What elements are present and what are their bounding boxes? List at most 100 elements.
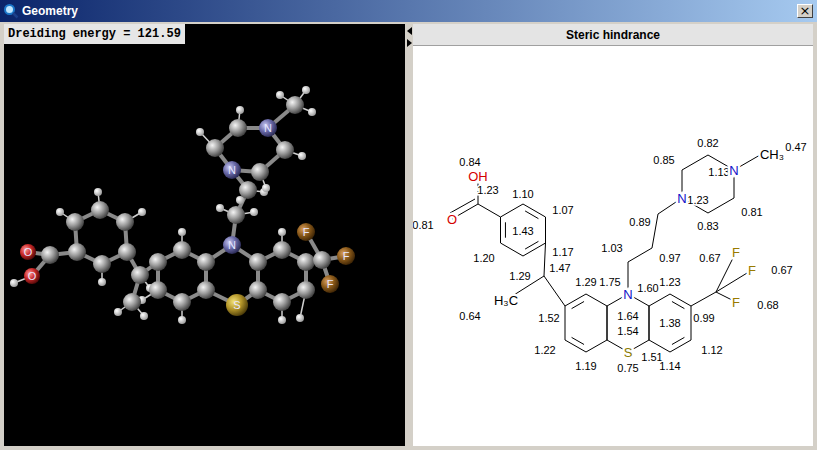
- bond: [501, 204, 524, 217]
- carbon-atom[interactable]: [249, 253, 267, 271]
- atom-sphere[interactable]: [259, 119, 277, 137]
- bond: [565, 294, 586, 306]
- steric-value: 0.68: [757, 299, 778, 311]
- title-bar[interactable]: Geometry×: [0, 0, 817, 22]
- atom-label: F: [732, 245, 740, 260]
- geometry-view[interactable]: NNNSFFFOODreiding energy = 121.59: [4, 24, 405, 446]
- atom-label: N: [264, 122, 272, 134]
- carbon-atom[interactable]: [131, 266, 149, 284]
- carbon-atom[interactable]: [68, 243, 86, 261]
- bond: [607, 306, 608, 340]
- carbon-atom[interactable]: [249, 281, 267, 299]
- labelled-atom[interactable]: N: [259, 119, 277, 137]
- carbon-atom[interactable]: [173, 241, 191, 259]
- hydrogen-atom[interactable]: [296, 314, 304, 322]
- labelled-atom[interactable]: O: [20, 244, 36, 260]
- molecule-3d[interactable]: N N N S F F F OO: [4, 24, 405, 446]
- hydrogen-atom[interactable]: [10, 279, 18, 287]
- steric-value: 1.60: [637, 282, 658, 294]
- atom-label: N: [228, 164, 236, 176]
- carbon-atom[interactable]: [93, 255, 111, 273]
- carbon-atom[interactable]: [229, 119, 247, 137]
- carbon-atom[interactable]: [197, 253, 215, 271]
- atom-sphere[interactable]: [223, 236, 241, 254]
- atom-sphere[interactable]: [226, 294, 248, 316]
- atom-sphere[interactable]: [20, 244, 36, 260]
- carbon-atom[interactable]: [297, 281, 315, 299]
- carbon-atom[interactable]: [276, 141, 294, 159]
- labelled-atom[interactable]: N: [223, 236, 241, 254]
- labelled-atom[interactable]: F: [337, 247, 355, 265]
- steric-value: 1.12: [701, 344, 722, 356]
- carbon-atom[interactable]: [206, 139, 224, 157]
- hydrogen-atom[interactable]: [298, 152, 306, 160]
- atom-label: S: [233, 299, 240, 311]
- atom-label: O: [447, 212, 457, 227]
- steric-value: 1.75: [599, 276, 620, 288]
- hydrogen-atom[interactable]: [250, 208, 258, 216]
- carbon-atom[interactable]: [313, 251, 331, 269]
- atom-sphere[interactable]: [297, 223, 315, 241]
- hydrogen-atom[interactable]: [302, 86, 310, 94]
- hydrogen-atom[interactable]: [56, 208, 64, 216]
- steric-value: 1.23: [659, 276, 680, 288]
- carbon-atom[interactable]: [297, 253, 315, 271]
- hydrogen-atom[interactable]: [236, 106, 244, 114]
- hydrogen-atom[interactable]: [114, 308, 122, 316]
- atom-label: F: [748, 263, 756, 278]
- carbon-atom[interactable]: [286, 96, 304, 114]
- steric-value: 0.64: [459, 310, 480, 322]
- carbon-atom[interactable]: [273, 241, 291, 259]
- hydrogen-atom[interactable]: [178, 228, 186, 236]
- carbon-atom[interactable]: [149, 281, 167, 299]
- carbon-atom[interactable]: [273, 293, 291, 311]
- steric-value: 0.89: [629, 216, 650, 228]
- collapse-left-icon[interactable]: [407, 27, 412, 35]
- carbon-atom[interactable]: [41, 246, 59, 264]
- atom-sphere[interactable]: [337, 247, 355, 265]
- carbon-atom[interactable]: [173, 293, 191, 311]
- window-title: Geometry: [22, 4, 794, 18]
- hydrogen-atom[interactable]: [98, 278, 106, 286]
- carbon-atom[interactable]: [123, 293, 141, 311]
- carbon-atom[interactable]: [118, 243, 136, 261]
- bond: [628, 248, 652, 262]
- atom-sphere[interactable]: [321, 275, 339, 293]
- hydrogen-atom[interactable]: [262, 184, 270, 192]
- hydrogen-atom[interactable]: [216, 204, 224, 212]
- hydrogen-atom[interactable]: [178, 316, 186, 324]
- carbon-atom[interactable]: [149, 253, 167, 271]
- steric-value: 1.43: [512, 225, 533, 237]
- bond: [586, 294, 607, 306]
- labelled-atom[interactable]: F: [321, 275, 339, 293]
- splitter[interactable]: [405, 24, 413, 446]
- carbon-atom[interactable]: [66, 213, 84, 231]
- hydrogen-atom[interactable]: [138, 208, 146, 216]
- bond: [500, 217, 501, 243]
- bond: [652, 214, 658, 248]
- hydrogen-atom[interactable]: [278, 228, 286, 236]
- labelled-atom[interactable]: S: [226, 294, 248, 316]
- hydrogen-atom[interactable]: [94, 188, 102, 196]
- hydrogen-atom[interactable]: [308, 108, 316, 116]
- atom-sphere[interactable]: [24, 268, 40, 284]
- carbon-atom[interactable]: [116, 213, 134, 231]
- atom-label: F: [343, 250, 350, 262]
- atom-sphere[interactable]: [223, 161, 241, 179]
- bond: [478, 204, 501, 217]
- carbon-atom[interactable]: [91, 201, 109, 219]
- collapse-right-icon[interactable]: [407, 39, 412, 47]
- labelled-atom[interactable]: N: [223, 161, 241, 179]
- carbon-atom[interactable]: [251, 163, 269, 181]
- labelled-atom[interactable]: F: [297, 223, 315, 241]
- carbon-atom[interactable]: [227, 206, 245, 224]
- carbon-atom[interactable]: [197, 281, 215, 299]
- hydrogen-atom[interactable]: [140, 312, 148, 320]
- labelled-atom[interactable]: O: [24, 268, 40, 284]
- hydrogen-atom[interactable]: [276, 91, 284, 99]
- structure-2d[interactable]: 0.841.231.101.070.811.431.201.171.471.29…: [413, 46, 813, 446]
- hydrogen-atom[interactable]: [196, 128, 204, 136]
- carbon-atom[interactable]: [239, 181, 257, 199]
- close-button[interactable]: ×: [797, 4, 813, 18]
- hydrogen-atom[interactable]: [278, 316, 286, 324]
